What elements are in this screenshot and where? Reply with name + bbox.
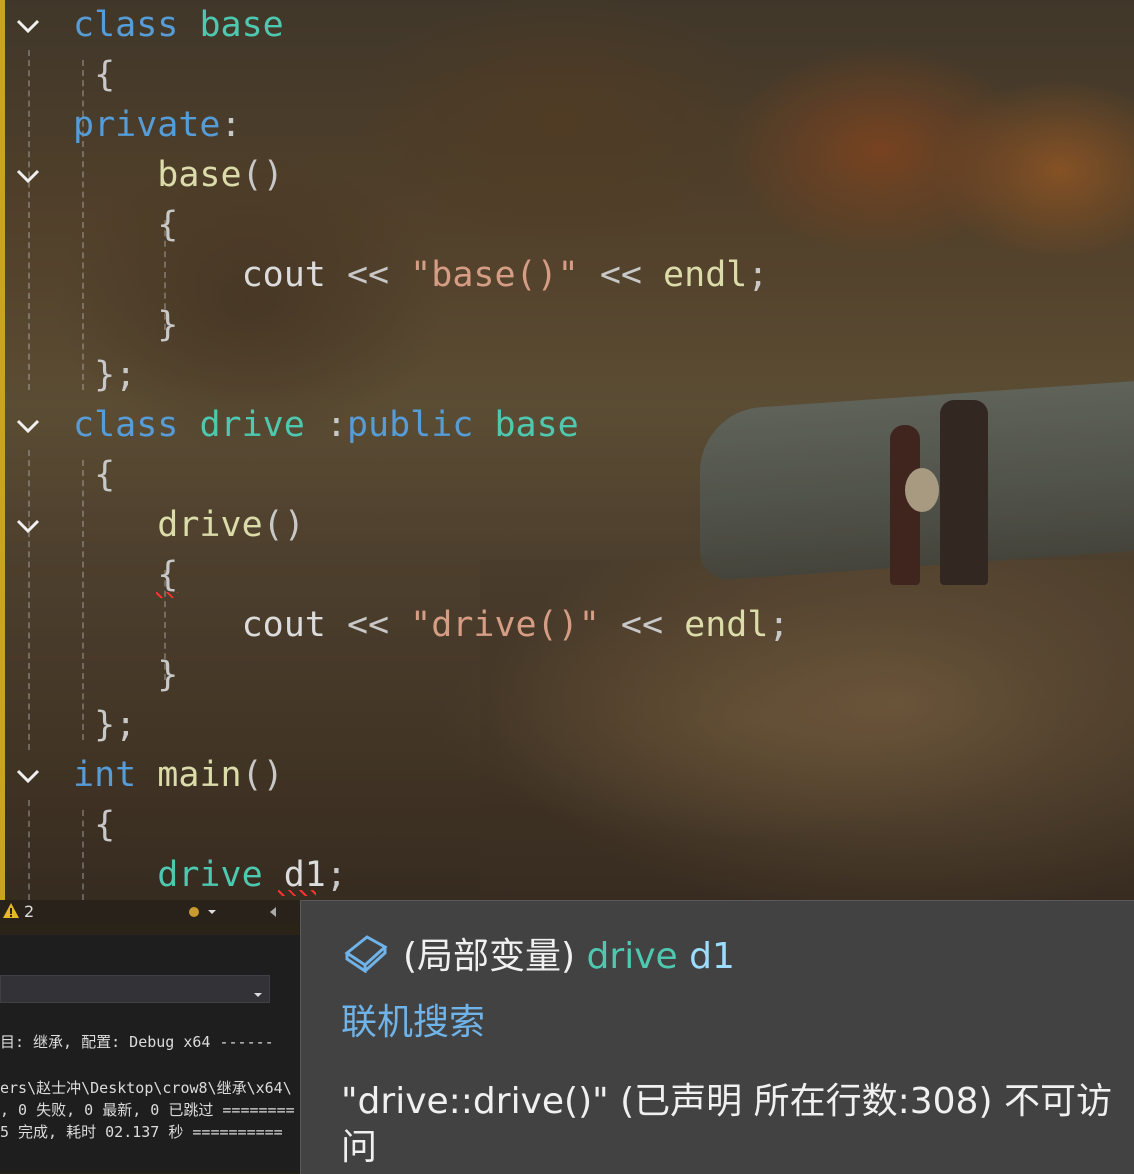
- code-token: d1: [283, 855, 326, 895]
- tooltip-kind: (局部变量): [403, 936, 587, 977]
- code-token: class: [73, 405, 179, 445]
- code-token: private: [73, 105, 221, 145]
- code-token: drive: [73, 505, 263, 545]
- tooltip-name: d1: [677, 936, 735, 977]
- code-token: <<: [325, 255, 411, 295]
- code-line[interactable]: int main(): [73, 750, 284, 800]
- code-line[interactable]: class drive :public base: [73, 400, 579, 450]
- code-token: public: [346, 405, 474, 445]
- code-line[interactable]: cout << "drive()" << endl;: [73, 600, 790, 650]
- output-line: 5 完成, 耗时 02.137 秒 ==========: [0, 1123, 283, 1141]
- code-token: (): [241, 755, 284, 795]
- online-search-link[interactable]: 联机搜索: [341, 993, 485, 1045]
- code-line[interactable]: {: [73, 50, 115, 100]
- code-token: }: [73, 655, 179, 695]
- code-token: base: [494, 405, 579, 445]
- error-squiggle: [156, 592, 178, 598]
- code-token: "drive()": [410, 605, 600, 645]
- code-token: base: [73, 155, 242, 195]
- code-token: {: [73, 555, 179, 595]
- code-token: :: [304, 405, 347, 445]
- code-cleanup-icon[interactable]: [186, 904, 216, 924]
- code-token: (): [262, 505, 305, 545]
- warning-count[interactable]: 2: [24, 902, 34, 921]
- tooltip-signature: (局部变量) drive d1: [403, 927, 735, 979]
- code-token: ;: [768, 605, 790, 645]
- code-token: "base()": [410, 255, 579, 295]
- output-line: 目: 继承, 配置: Debug x64 ------: [0, 1033, 274, 1051]
- code-token: class: [73, 5, 179, 45]
- code-token: {: [73, 455, 116, 495]
- dropdown-arrow-icon: [253, 984, 263, 1003]
- output-source-dropdown[interactable]: [0, 975, 270, 1003]
- chevron-down-icon[interactable]: [14, 412, 42, 440]
- scroll-left-icon[interactable]: [268, 904, 278, 923]
- tooltip-error-message: "drive::drive()" (已声明 所在行数:308) 不可访问: [341, 1081, 1112, 1168]
- code-line[interactable]: {: [73, 800, 115, 850]
- local-variable-icon: [343, 931, 389, 977]
- code-token: :: [220, 105, 242, 145]
- code-line[interactable]: cout << "base()" << endl;: [73, 250, 769, 300]
- code-line[interactable]: }: [73, 300, 178, 350]
- code-token: <<: [599, 605, 685, 645]
- chevron-down-icon[interactable]: [14, 762, 42, 790]
- tooltip-type: drive: [586, 936, 678, 977]
- code-token: (): [241, 155, 284, 195]
- code-token: <<: [325, 605, 411, 645]
- code-token: {: [73, 55, 116, 95]
- code-token: int: [73, 755, 137, 795]
- code-token: }: [73, 305, 179, 345]
- quick-info-tooltip: (局部变量) drive d1 联机搜索 "drive::drive()" (已…: [300, 900, 1134, 1174]
- code-token: {: [73, 205, 179, 245]
- editor-status-strip: 2: [0, 900, 300, 924]
- warning-icon[interactable]: [2, 902, 20, 924]
- code-editor[interactable]: class base {private: base() { cout << "b…: [0, 0, 1134, 900]
- code-token: ;: [325, 855, 347, 895]
- output-line: ers\赵士冲\Desktop\crow8\继承\x64\: [0, 1079, 292, 1097]
- code-line[interactable]: base(): [73, 150, 284, 200]
- code-line[interactable]: {: [73, 450, 115, 500]
- code-token: cout: [73, 255, 326, 295]
- code-token: <<: [578, 255, 664, 295]
- code-token: main: [157, 755, 242, 795]
- code-token: endl: [684, 605, 769, 645]
- code-token: drive: [199, 405, 305, 445]
- output-line: , 0 失败, 0 最新, 0 已跳过 ========: [0, 1101, 295, 1119]
- code-token: base: [199, 5, 284, 45]
- error-squiggle: [278, 890, 316, 896]
- code-token: endl: [663, 255, 748, 295]
- output-panel: 目: 继承, 配置: Debug x64 ------ ers\赵士冲\Desk…: [0, 935, 300, 1173]
- code-token: };: [73, 705, 137, 745]
- code-token: };: [73, 355, 137, 395]
- code-line[interactable]: };: [73, 350, 136, 400]
- code-token: cout: [73, 605, 326, 645]
- code-token: drive: [73, 855, 263, 895]
- code-token: ;: [747, 255, 769, 295]
- code-line[interactable]: {: [73, 200, 178, 250]
- chevron-down-icon[interactable]: [14, 12, 42, 40]
- code-token: {: [73, 805, 116, 845]
- code-line[interactable]: drive(): [73, 500, 305, 550]
- change-indicator-bar: [0, 0, 5, 900]
- code-line[interactable]: }: [73, 650, 178, 700]
- code-line[interactable]: private:: [73, 100, 242, 150]
- code-line[interactable]: };: [73, 700, 136, 750]
- code-line[interactable]: class base: [73, 0, 284, 50]
